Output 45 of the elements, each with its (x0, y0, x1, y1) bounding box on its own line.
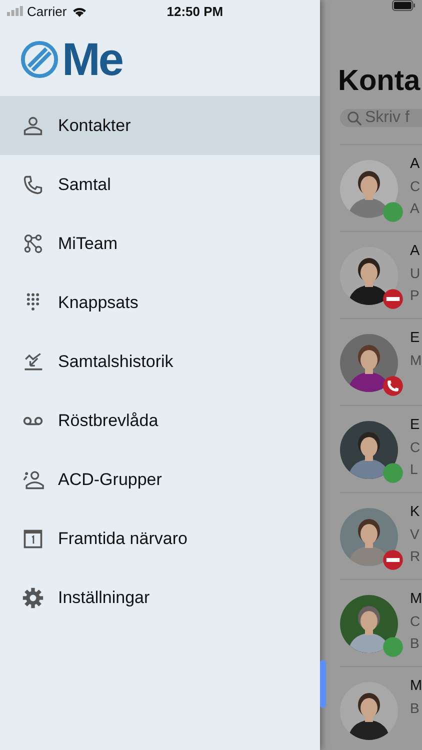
contact-detail: V (410, 526, 420, 543)
contact-detail: B (410, 700, 420, 717)
contact-detail: C (410, 178, 420, 195)
menu-item[interactable]: Samtal (0, 155, 320, 214)
contact-detail: R (410, 548, 420, 565)
contact-name: M (410, 677, 422, 695)
contact-detail: M (410, 352, 422, 369)
contact-detail: A (410, 200, 420, 217)
search-field[interactable]: Skriv f (340, 109, 422, 127)
settings-icon (22, 586, 44, 608)
globe-logo-icon (20, 40, 59, 78)
contact-detail: C (410, 613, 422, 630)
menu-item[interactable]: ACD-Grupper (0, 450, 320, 509)
menu-item[interactable]: Framtida närvaro (0, 509, 320, 568)
contact-detail: B (410, 635, 420, 652)
network-icon (22, 232, 44, 254)
phone-icon (22, 174, 44, 196)
contact-detail: P (410, 287, 420, 304)
contact-detail: U (410, 265, 420, 282)
logo-wordmark: Me (62, 36, 122, 82)
group-icon (22, 468, 44, 490)
contact-detail: L (410, 461, 419, 478)
signal-icon (7, 6, 23, 16)
menu-item[interactable]: Kontakter (0, 96, 320, 155)
contact-name: E (410, 416, 420, 434)
clock-time: 12:50 PM (166, 4, 224, 18)
contact-name: A (410, 155, 420, 173)
contact-name: M (410, 590, 422, 608)
search-icon (347, 110, 362, 126)
menu-item[interactable]: MiTeam (0, 214, 320, 273)
menu-item[interactable]: Samtalshistorik (0, 332, 320, 391)
page-title: Konta (338, 64, 422, 99)
person-icon (22, 114, 44, 136)
menu-item[interactable]: Röstbrevlåda (0, 391, 320, 450)
contact-detail: C (410, 439, 420, 456)
battery-icon (392, 0, 416, 11)
carrier-name: Carrier (27, 4, 67, 18)
contact-name: K (410, 503, 420, 521)
incoming-arrow-icon (22, 350, 44, 372)
contact-name: E (410, 329, 421, 347)
contact-name: A (410, 242, 420, 260)
menu-item[interactable]: Inställningar (0, 568, 320, 627)
menu-item[interactable]: Knappsats (0, 273, 320, 332)
calendar-icon (22, 528, 44, 550)
wifi-icon (72, 6, 87, 16)
